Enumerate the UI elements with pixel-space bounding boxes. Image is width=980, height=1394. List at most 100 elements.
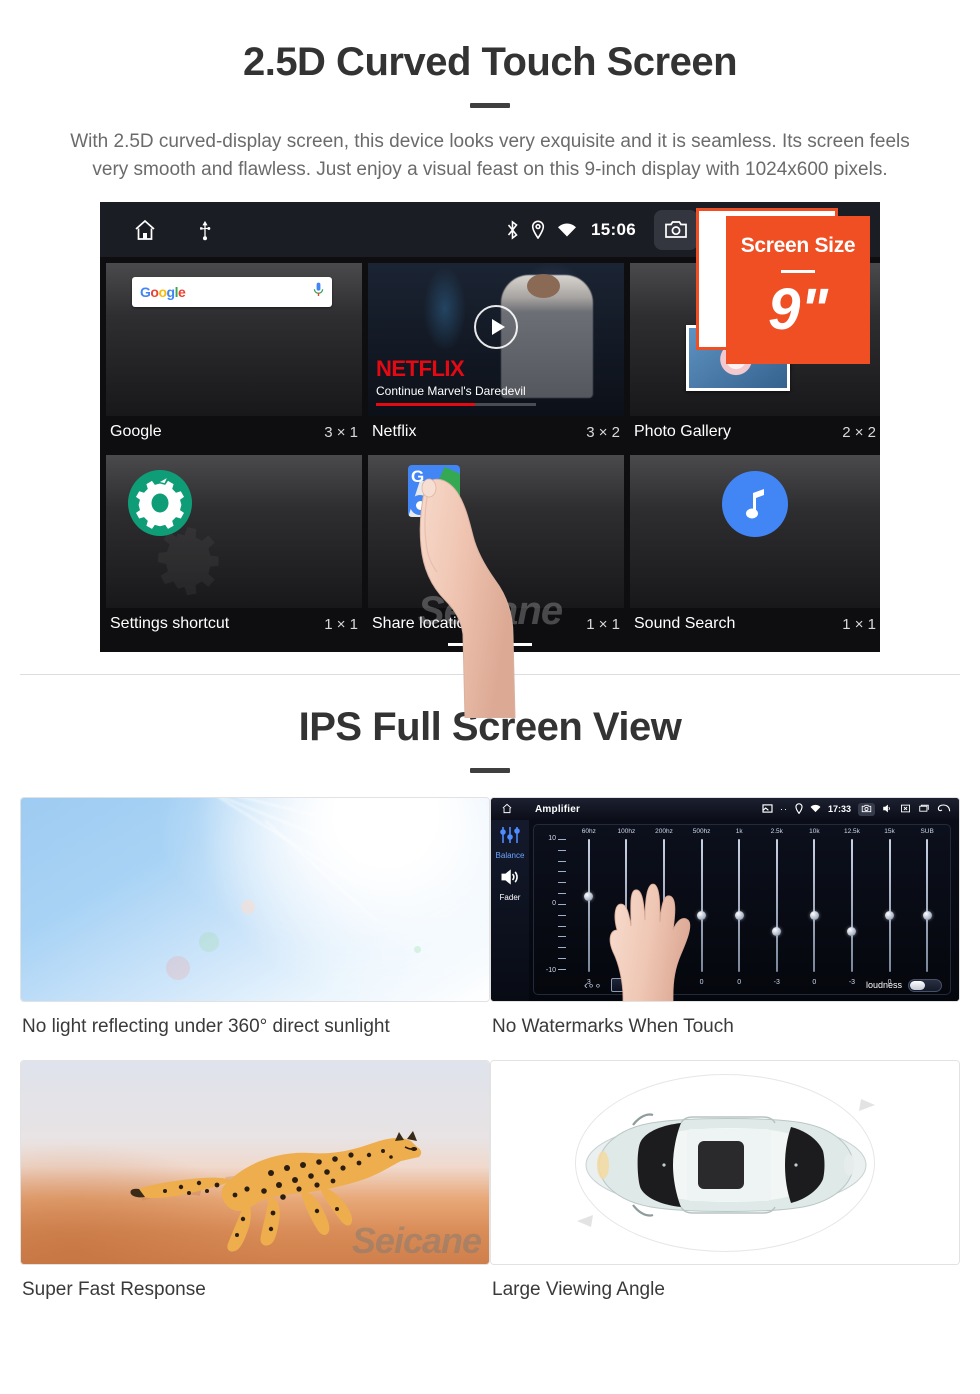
card-sunlight-image [20,797,490,1002]
camera-icon[interactable] [858,802,875,816]
section2-title: IPS Full Screen View [298,705,682,749]
speaker-icon[interactable] [499,868,521,891]
open-hand-illustration [603,868,699,1001]
section-ips-full-screen-view: IPS Full Screen View No light reflecting… [0,675,980,1323]
card-cheetah-image: Seicane [20,1060,490,1265]
recents-icon[interactable] [918,804,930,815]
widget-settings-shortcut[interactable]: Settings shortcut 1 × 1 [106,455,362,643]
microphone-icon[interactable] [313,282,324,302]
netflix-artwork: NETFLIX Continue Marvel's Daredevil [368,263,624,416]
feature-cards-grid: No light reflecting under 360° direct su… [20,797,960,1323]
status-bar-time: 15:06 [591,219,636,239]
status-bar-left [100,218,212,242]
title-underline [470,103,510,108]
google-search-bar[interactable]: Google [132,277,332,307]
eq-band-label: 60hz [581,828,596,835]
amplifier-title: Amplifier [535,803,581,815]
widget-size: 1 × 1 [324,615,358,633]
amplifier-status-icons: ·· 17:33 [762,802,959,816]
sidebar-item-balance[interactable]: Balance [496,851,525,860]
loudness-control[interactable]: loudness [866,978,942,992]
eq-slider-12-5k[interactable]: -3 [833,839,871,990]
widget-label: Settings shortcut [110,615,230,632]
widget-label: Photo Gallery [634,423,731,440]
eq-band-label: 15k [884,828,895,835]
music-note-icon [722,471,788,537]
sliders-icon[interactable] [499,826,521,849]
eq-scale: 10 0 -10 [540,835,568,974]
eq-band-label: 10k [809,828,820,835]
card-caption: Large Viewing Angle [492,1279,665,1300]
card-caption: Super Fast Response [22,1279,206,1300]
card-viewing-angle: Large Viewing Angle [490,1060,960,1323]
eq-slider-60hz[interactable]: 3 [570,839,608,990]
section-curved-touch-screen: 2.5D Curved Touch Screen With 2.5D curve… [0,0,980,719]
home-icon[interactable] [501,803,513,816]
widget-google[interactable]: Google Google 3 × 1 [106,263,362,451]
loudness-toggle[interactable] [908,978,942,992]
google-logo: Google [140,284,186,300]
gear-icon [126,469,194,537]
netflix-progress-bar [376,403,536,406]
card-amplifier-image: Amplifier ·· 17:33 Balance Fader 60hz 10… [490,797,960,1002]
location-icon [795,802,803,816]
card-caption: No light reflecting under 360° direct su… [22,1016,390,1037]
page-indicator[interactable] [448,643,532,646]
widget-sound-search[interactable]: Sound Search 1 × 1 [630,455,880,643]
eq-band-label: 2.5k [770,828,783,835]
widget-size: 2 × 2 [842,423,876,441]
amplifier-sidebar: Balance Fader [491,820,529,1001]
widget-gallery-label-row: Photo Gallery 2 × 2 [630,416,880,441]
eq-slider-15k[interactable]: 0 [871,839,909,990]
location-icon [531,220,545,239]
eq-band-label: 200hz [655,828,673,835]
widget-size: 3 × 2 [586,423,620,441]
eq-slider-1k[interactable]: 0 [720,839,758,990]
back-arrow-icon[interactable]: ‹∘∘ [584,979,601,992]
home-icon[interactable] [132,218,158,242]
section-description: With 2.5D curved-display screen, this de… [70,131,910,180]
card-fast-response: Seicane Super Fast Response [20,1060,490,1323]
gallery-icon [762,803,773,815]
blue-sky-graphic [21,798,489,1001]
widget-label: Netflix [372,423,417,440]
eq-scale-min: -10 [545,967,556,974]
page-title: 2.5D Curved Touch Screen [242,40,738,84]
sidebar-item-fader[interactable]: Fader [500,893,521,902]
eq-scale-ticks [558,839,566,970]
watermark: Seicane [351,1220,482,1261]
widget-netflix[interactable]: NETFLIX Continue Marvel's Daredevil Netf… [368,263,624,451]
netflix-brand: NETFLIX [376,356,465,381]
amplifier-status-bar: Amplifier ·· 17:33 [491,798,959,820]
card-caption: No Watermarks When Touch [492,1016,734,1037]
car-top-view-illustration [577,1099,875,1227]
eq-band-label: 100hz [617,828,636,835]
more-icon: ·· [779,804,788,814]
wifi-icon [557,222,577,238]
eq-band-label: SUB [920,828,934,835]
widget-label: Google [110,423,162,440]
netflix-subtitle: Continue Marvel's Daredevil [376,384,526,398]
product-feature-page: 2.5D Curved Touch Screen With 2.5D curve… [0,0,980,1394]
close-icon[interactable] [900,804,911,815]
eq-band-label: 500hz [692,828,711,835]
eq-scale-max: 10 [548,835,556,842]
wifi-icon [810,804,821,815]
equalizer-panel: 60hz 100hz 200hz 500hz 1k 2.5k 10k 12.5k… [533,824,951,995]
widget-label: Sound Search [634,615,736,632]
badge-title: Screen Size [740,234,856,257]
widget-size: 1 × 1 [586,615,620,633]
play-icon[interactable] [474,305,518,350]
eq-slider-sub[interactable]: 0 [908,839,946,990]
screen-size-badge: Screen Size 9" [726,216,870,364]
back-arrow-icon[interactable] [937,803,951,815]
eq-slider-2-5k[interactable]: -3 [758,839,796,990]
widget-size: 1 × 1 [842,615,876,633]
widget-share-location-preview: G [368,455,624,608]
widget-netflix-preview: NETFLIX Continue Marvel's Daredevil [368,263,624,416]
camera-icon[interactable] [654,209,698,250]
widget-google-preview: Google [106,263,362,416]
eq-slider-10k[interactable]: 0 [796,839,834,990]
amplifier-screen: Amplifier ·· 17:33 Balance Fader 60hz 10… [491,798,959,1001]
volume-icon[interactable] [882,804,893,815]
